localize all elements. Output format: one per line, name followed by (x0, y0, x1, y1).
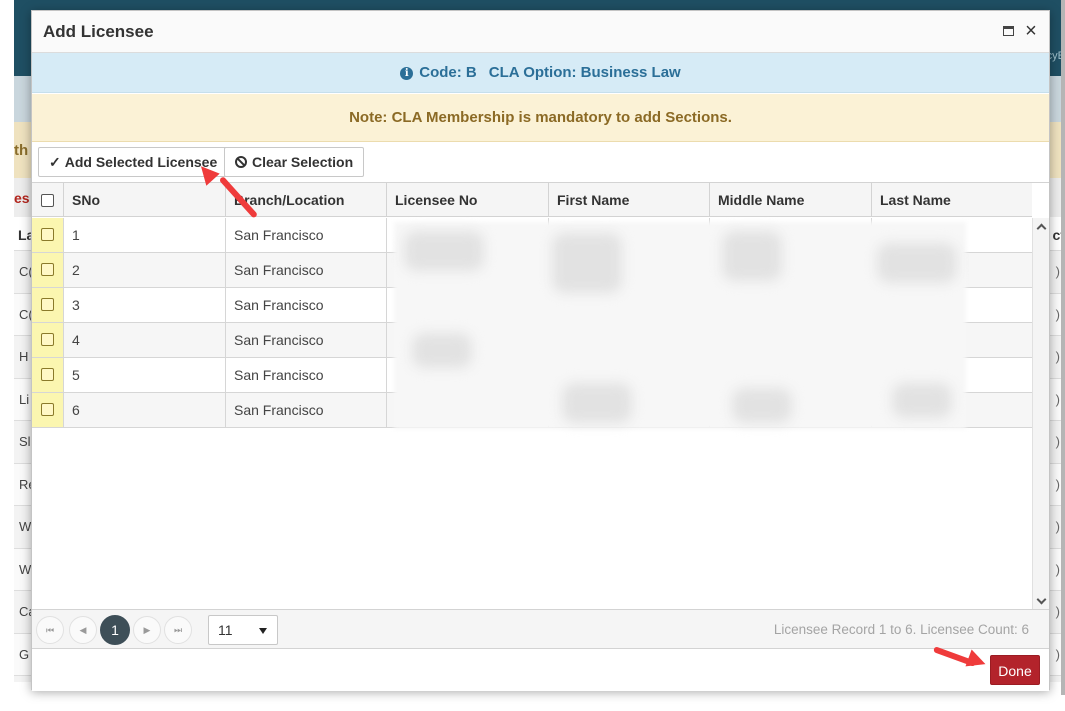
background-row-left: W (19, 561, 32, 577)
redaction-blur-spot (404, 231, 484, 271)
column-header-licensee-no[interactable]: Licensee No (386, 183, 548, 217)
page-size-value: 11 (218, 622, 233, 638)
annotation-arrow-add (194, 160, 259, 234)
close-icon[interactable]: × (1022, 20, 1040, 42)
check-icon: ✓ (49, 154, 61, 170)
next-page-icon[interactable]: ▶ (133, 616, 161, 644)
column-header-first-name[interactable]: First Name (548, 183, 709, 217)
page-size-select[interactable]: 11 (208, 615, 278, 645)
clear-selection-label: Clear Selection (252, 154, 354, 170)
branch-cell: San Francisco (225, 358, 386, 392)
background-row-left: H (19, 349, 29, 364)
info-icon: i (400, 67, 414, 80)
dialog-footer: Done (32, 649, 1049, 691)
background-row-right: ) (1055, 349, 1060, 364)
first-page-icon[interactable]: ⏮ (36, 616, 64, 644)
row-checkbox[interactable] (41, 298, 54, 311)
sno-cell: 5 (63, 358, 225, 392)
background-row-right: ) (1055, 519, 1060, 534)
row-select-cell (32, 358, 63, 392)
background-row-right: ) (1055, 264, 1060, 279)
sno-cell: 2 (63, 253, 225, 287)
grid-header: SNo Branch/Location Licensee No First Na… (32, 183, 1032, 217)
row-select-cell (32, 288, 63, 322)
row-select-cell (32, 323, 63, 357)
background-row-right: ) (1055, 391, 1060, 407)
caret-down-icon (259, 628, 267, 634)
info-banner: i Code: B CLA Option: Business Law (32, 53, 1049, 93)
background-row-right: ) (1055, 604, 1060, 619)
grid-scrollbar[interactable] (1032, 218, 1049, 610)
background-row-left: W (19, 519, 32, 534)
sno-cell: 6 (63, 393, 225, 427)
redaction-blur-spot (552, 233, 622, 293)
row-checkbox[interactable] (41, 263, 54, 276)
background-section-text: th (14, 142, 29, 159)
window-maximize-icon[interactable] (1003, 26, 1014, 36)
redaction-blur-spot (722, 231, 782, 281)
page-number-button[interactable]: 1 (100, 615, 130, 645)
background-row-right: ) (1055, 434, 1060, 449)
background-row-left: G (19, 646, 30, 662)
row-checkbox[interactable] (41, 403, 54, 416)
add-selected-licensee-label: Add Selected Licensee (64, 154, 218, 170)
background-row-right: ) (1055, 646, 1060, 662)
annotation-arrow-done (930, 638, 990, 678)
select-all-checkbox[interactable] (41, 194, 54, 207)
dialog-title: Add Licensee (43, 22, 154, 41)
redaction-blur-spot (892, 383, 952, 418)
sno-cell: 4 (63, 323, 225, 357)
branch-cell: San Francisco (225, 323, 386, 357)
prev-page-icon[interactable]: ◀ (69, 616, 97, 644)
scroll-up-icon[interactable] (1036, 223, 1047, 234)
redaction-blur-spot (877, 243, 957, 283)
column-header-last-name[interactable]: Last Name (871, 183, 1032, 217)
background-row-right: ) (1055, 306, 1060, 322)
background-row-left: Sl (19, 434, 31, 449)
grid-pager: ⏮ ◀ 1 ▶ ⏭ 11 Licensee Record 1 to 6. Lic… (32, 609, 1049, 649)
branch-cell: San Francisco (225, 253, 386, 287)
licensee-grid: SNo Branch/Location Licensee No First Na… (32, 182, 1049, 610)
background-edge (1061, 0, 1065, 695)
redaction-blur-spot (412, 333, 472, 368)
last-page-icon[interactable]: ⏭ (164, 616, 192, 644)
sno-cell: 3 (63, 288, 225, 322)
note-banner: Note: CLA Membership is mandatory to add… (32, 94, 1049, 142)
redaction-blur-spot (562, 383, 632, 423)
add-licensee-dialog: Add Licensee × i Code: B CLA Option: Busin… (31, 10, 1050, 691)
background-row-right: ) (1055, 476, 1060, 492)
scroll-down-icon[interactable] (1036, 594, 1047, 605)
grid-toolbar: ✓ Add Selected Licensee Clear Selection (32, 142, 1049, 182)
branch-cell: San Francisco (225, 288, 386, 322)
header-select-all-cell (32, 183, 63, 217)
row-checkbox[interactable] (41, 333, 54, 346)
branch-cell: San Francisco (225, 393, 386, 427)
row-checkbox[interactable] (41, 368, 54, 381)
row-select-cell (32, 218, 63, 252)
row-checkbox[interactable] (41, 228, 54, 241)
dialog-titlebar: Add Licensee × (32, 11, 1049, 53)
code-text: Code: B (419, 64, 477, 81)
row-select-cell (32, 253, 63, 287)
column-header-middle-name[interactable]: Middle Name (709, 183, 871, 217)
background-red-text: es (14, 190, 30, 206)
row-select-cell (32, 393, 63, 427)
record-count-info: Licensee Record 1 to 6. Licensee Count: … (773, 622, 1029, 637)
background-row-left: Li (19, 391, 30, 407)
cla-option-text: CLA Option: Business Law (488, 64, 681, 81)
background-row-right: ) (1055, 561, 1060, 577)
done-button[interactable]: Done (990, 655, 1040, 685)
redaction-blur-spot (732, 388, 792, 423)
